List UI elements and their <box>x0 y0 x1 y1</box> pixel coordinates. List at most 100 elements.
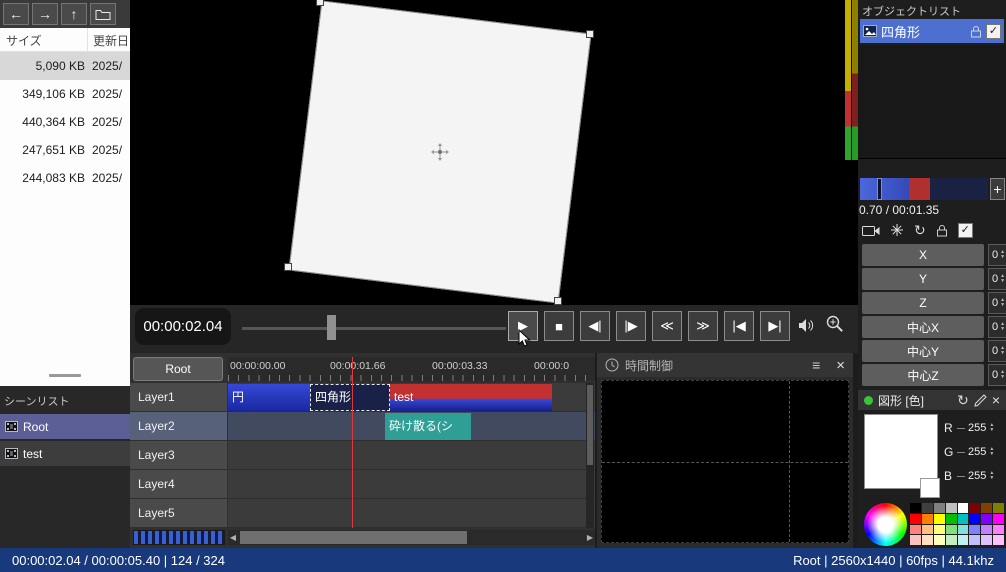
file-row[interactable]: 440,364 KB 2025/ <box>0 108 130 136</box>
file-row[interactable]: 349,106 KB 2025/ <box>0 80 130 108</box>
menu-icon[interactable]: ≡ <box>812 357 820 373</box>
spinner-icon[interactable]: ▲ ▼ <box>1000 346 1005 356</box>
object-item-square[interactable]: 四角形 ✓ <box>860 19 1004 43</box>
forward-button[interactable]: → <box>32 3 58 25</box>
visibility-checkbox[interactable]: ✓ <box>986 23 1001 39</box>
param-value-center-y[interactable]: 0 ▲ ▼ <box>988 340 1006 362</box>
param-button-z[interactable]: Z <box>862 292 984 314</box>
layer-label-1[interactable]: Layer1 <box>130 383 228 412</box>
resize-handle-tr[interactable] <box>586 30 594 38</box>
palette-swatch[interactable] <box>921 535 933 545</box>
layer-label-3[interactable]: Layer3 <box>130 441 228 470</box>
palette-swatch[interactable] <box>957 535 969 545</box>
scroll-right-icon[interactable]: ▶ <box>585 530 595 545</box>
scene-item-test[interactable]: test <box>0 441 130 466</box>
timeline-vscrollbar[interactable] <box>586 383 594 528</box>
palette-swatch[interactable] <box>957 524 969 535</box>
next-frame-button[interactable]: |▶ <box>616 311 646 341</box>
clip-test[interactable]: test <box>390 384 552 411</box>
palette-swatch[interactable] <box>910 503 921 513</box>
up-button[interactable]: ↑ <box>61 3 87 25</box>
pen-icon[interactable] <box>974 393 987 407</box>
fast-forward-button[interactable]: ≫ <box>688 311 718 341</box>
timeline-zoom-gauge[interactable] <box>133 530 225 545</box>
spinner-icon[interactable]: ▲ ▼ <box>1000 370 1005 380</box>
palette-swatch[interactable] <box>910 535 921 545</box>
palette-swatch[interactable] <box>910 524 921 535</box>
palette-swatch[interactable] <box>933 513 945 524</box>
palette-swatch[interactable] <box>933 535 945 545</box>
prev-frame-button[interactable]: ◀| <box>580 311 610 341</box>
layer-track-3[interactable] <box>228 441 595 470</box>
palette-swatch[interactable] <box>981 535 993 545</box>
timeline-scene-button[interactable]: Root <box>133 357 223 381</box>
vscroll-thumb[interactable] <box>587 385 593 465</box>
timeline-ruler[interactable]: 00:00:00.00 00:00:01.66 00:00:03.33 00:0… <box>228 357 595 381</box>
spinner-icon[interactable]: ▲ ▼ <box>1000 274 1005 284</box>
palette-swatch[interactable] <box>933 524 945 535</box>
playhead[interactable] <box>352 357 353 528</box>
preview-canvas[interactable] <box>130 0 858 305</box>
param-button-center-z[interactable]: 中心Z <box>862 364 984 386</box>
clip-circle[interactable]: 円 <box>228 384 310 411</box>
close-icon[interactable]: × <box>992 392 1000 408</box>
channel-spinner[interactable]: ▲ ▼ <box>989 447 994 457</box>
spinner-icon[interactable]: ▲ ▼ <box>1000 250 1005 260</box>
palette-swatch[interactable] <box>921 524 933 535</box>
enable-checkbox[interactable]: ✓ <box>957 222 973 238</box>
camera-icon[interactable] <box>862 224 880 237</box>
lock-icon[interactable] <box>970 25 982 38</box>
palette-swatch[interactable] <box>969 524 981 535</box>
close-icon[interactable]: × <box>836 357 845 374</box>
palette-swatch[interactable] <box>981 513 993 524</box>
file-row[interactable]: 247,651 KB 2025/ <box>0 136 130 164</box>
rewind-button[interactable]: ≪ <box>652 311 682 341</box>
column-header-size[interactable]: サイズ <box>0 28 88 51</box>
go-to-end-button[interactable]: ▶| <box>760 311 790 341</box>
file-row[interactable]: 5,090 KB 2025/ <box>0 52 130 80</box>
object-trackbar[interactable] <box>860 178 988 200</box>
move-handle-icon[interactable] <box>431 143 449 161</box>
palette-swatch[interactable] <box>981 503 993 513</box>
palette-swatch[interactable] <box>993 503 1004 513</box>
channel-spinner[interactable]: ▲ ▼ <box>989 471 994 481</box>
clip-square-selected[interactable]: 四角形 <box>310 384 390 411</box>
loop-icon[interactable]: ↻ <box>914 223 926 237</box>
layer-track-5[interactable] <box>228 499 595 528</box>
palette-swatch[interactable] <box>945 535 957 545</box>
palette-swatch[interactable] <box>910 513 921 524</box>
palette-swatch[interactable] <box>993 535 1004 545</box>
palette-swatch[interactable] <box>957 503 969 513</box>
scroll-left-icon[interactable]: ◀ <box>228 530 238 545</box>
palette-swatch[interactable] <box>921 513 933 524</box>
lock-icon[interactable] <box>936 224 948 237</box>
palette-swatch[interactable] <box>969 535 981 545</box>
volume-icon[interactable] <box>798 318 817 333</box>
color-swatch-secondary[interactable] <box>920 478 940 498</box>
param-button-x[interactable]: X <box>862 244 984 266</box>
param-button-center-x[interactable]: 中心X <box>862 316 984 338</box>
param-value-x[interactable]: 0 ▲ ▼ <box>988 244 1006 266</box>
resize-handle-bl[interactable] <box>284 263 292 271</box>
seek-thumb[interactable] <box>327 315 336 340</box>
param-value-center-z[interactable]: 0 ▲ ▼ <box>988 364 1006 386</box>
param-value-z[interactable]: 0 ▲ ▼ <box>988 292 1006 314</box>
scene-item-root[interactable]: Root <box>0 414 130 439</box>
palette-swatch[interactable] <box>969 513 981 524</box>
palette-swatch[interactable] <box>945 524 957 535</box>
palette-swatch[interactable] <box>945 513 957 524</box>
palette-swatch[interactable] <box>993 524 1004 535</box>
clip-shatter-effect[interactable]: 砕け散る(シ <box>385 413 471 440</box>
palette-swatch[interactable] <box>957 513 969 524</box>
layer-label-5[interactable]: Layer5 <box>130 499 228 528</box>
color-wheel[interactable] <box>864 503 907 546</box>
panel-resize-grip[interactable] <box>49 374 81 377</box>
spinner-icon[interactable]: ▲ ▼ <box>1000 298 1005 308</box>
param-button-y[interactable]: Y <box>862 268 984 290</box>
add-button[interactable]: + <box>990 178 1005 200</box>
trackbar-thumb[interactable] <box>876 178 882 200</box>
go-to-start-button[interactable]: |◀ <box>724 311 754 341</box>
param-value-y[interactable]: 0 ▲ ▼ <box>988 268 1006 290</box>
stop-button[interactable]: ■ <box>544 311 574 341</box>
palette-swatch[interactable] <box>921 503 933 513</box>
